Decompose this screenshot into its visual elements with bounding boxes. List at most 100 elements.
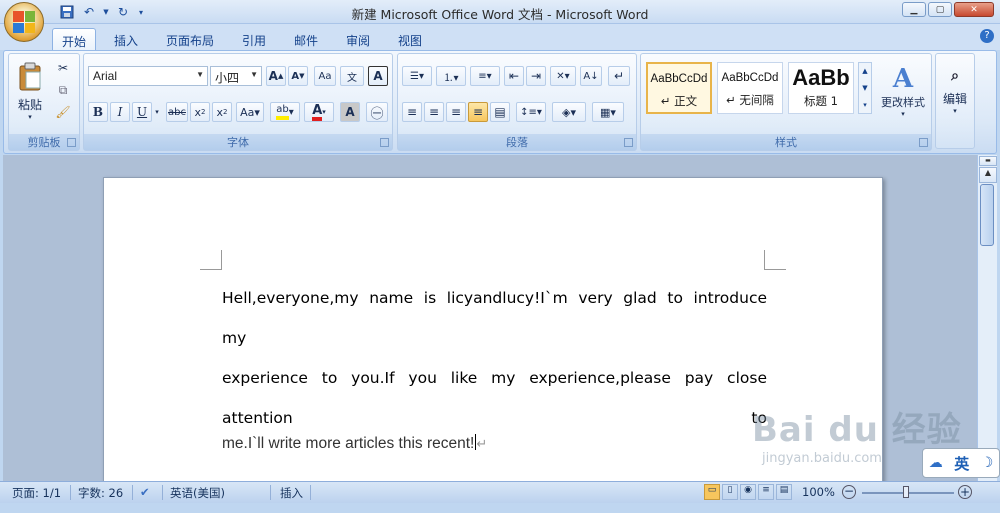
chevron-down-icon: ▼ (250, 70, 258, 79)
office-button[interactable] (4, 2, 44, 42)
web-layout-icon[interactable]: ◉ (740, 484, 756, 500)
language-indicator[interactable]: 英语(美国) (170, 485, 225, 501)
divider (310, 485, 311, 500)
underline-button[interactable]: U (132, 102, 152, 122)
format-painter-icon[interactable]: 🖌 (53, 102, 73, 122)
grow-font-button[interactable]: A ▲ (266, 66, 286, 86)
font-size-value: 小四 (215, 71, 240, 85)
char-border-icon[interactable]: A (368, 66, 388, 86)
document-page[interactable]: Hell,everyone,my name is licyandlucy!I`m… (103, 177, 883, 481)
vertical-scrollbar[interactable]: ▬ ▲ (977, 155, 997, 481)
document-line: experience to you.If you like my experie… (222, 369, 767, 427)
font-launcher-icon[interactable] (380, 138, 389, 147)
styles-scroll[interactable]: ▲ ▼ ▾ (858, 62, 872, 114)
font-group-label: 字体 (84, 134, 392, 150)
change-styles-button[interactable]: A 更改样式 ▾ (876, 60, 930, 122)
status-bar: 页面: 1/1 字数: 26 ✔ 英语(美国) 插入 ▭ ▯ ◉ ≡ ▤ 100… (0, 481, 1000, 503)
reading-layout-icon[interactable]: ▯ (722, 484, 738, 500)
chevron-down-icon: ▾ (953, 106, 957, 115)
shrink-font-button[interactable]: A ▼ (288, 66, 308, 86)
tab-home[interactable]: 开始 (52, 28, 96, 50)
underline-dropdown-icon[interactable]: ▾ (152, 102, 162, 122)
numbering-button[interactable]: ⒈▾ (436, 66, 466, 86)
clear-format-icon[interactable]: Aa (314, 66, 336, 86)
char-shading-icon[interactable]: A (340, 102, 360, 122)
tab-view[interactable]: 视图 (388, 28, 432, 50)
outline-icon[interactable]: ≡ (758, 484, 774, 500)
sort-icon[interactable]: A↓ (580, 66, 602, 86)
tab-page-layout[interactable]: 页面布局 (158, 28, 222, 50)
tab-references[interactable]: 引用 (232, 28, 276, 50)
phonetic-guide-icon[interactable]: 文 (340, 66, 364, 86)
paragraph-launcher-icon[interactable] (624, 138, 633, 147)
editing-button[interactable]: ⌕ 编辑 ▾ (938, 58, 972, 124)
scroll-up-icon[interactable]: ▲ (979, 167, 997, 183)
zoom-out-icon[interactable]: − (842, 485, 856, 499)
style-sample: AaBbCcDd (721, 72, 779, 84)
style-normal[interactable]: AaBbCcDd ↵ 正文 (646, 62, 712, 114)
clipboard-launcher-icon[interactable] (67, 138, 76, 147)
distributed-icon[interactable]: ▤ (490, 102, 510, 122)
show-marks-icon[interactable]: ↵ (608, 66, 630, 86)
font-color-button[interactable]: A ▾ (304, 102, 334, 122)
decrease-indent-icon[interactable]: ⇤ (504, 66, 524, 86)
help-icon[interactable]: ? (980, 29, 994, 43)
style-heading-1[interactable]: AaBb 标题 1 (788, 62, 854, 114)
tab-review[interactable]: 审阅 (336, 28, 380, 50)
cut-icon[interactable]: ✂ (53, 58, 73, 78)
change-case-button[interactable]: Aa▾ (236, 102, 264, 122)
ruler-toggle-icon[interactable]: ▬ (979, 156, 997, 166)
bold-button[interactable]: B (88, 102, 108, 122)
align-left-icon[interactable]: ≡ (402, 102, 422, 122)
borders-button[interactable]: ▦▾ (592, 102, 624, 122)
close-button[interactable]: ✕ (954, 2, 994, 17)
subscript-button[interactable]: x2 (190, 102, 210, 122)
find-icon: ⌕ (951, 67, 959, 84)
maximize-button[interactable]: ▢ (928, 2, 952, 17)
tab-mailings[interactable]: 邮件 (284, 28, 328, 50)
bullets-button[interactable]: ☰▾ (402, 66, 432, 86)
paste-button[interactable]: 粘贴 ▾ (13, 58, 47, 124)
proofing-icon[interactable]: ✔ (140, 485, 150, 499)
print-layout-icon[interactable]: ▭ (704, 484, 720, 500)
justify-icon[interactable]: ≡ (468, 102, 488, 122)
strikethrough-button[interactable]: abc (166, 102, 188, 122)
line-spacing-button[interactable]: ↕≡▾ (516, 102, 546, 122)
font-size-combo[interactable]: 小四 ▼ (210, 66, 262, 86)
align-right-icon[interactable]: ≡ (446, 102, 466, 122)
highlight-button[interactable]: ab ▾ (270, 102, 300, 122)
editing-label: 编辑 (942, 91, 967, 106)
editing-group: ⌕ 编辑 ▾ (935, 53, 975, 149)
multilevel-list-button[interactable]: ≡▾ (470, 66, 500, 86)
style-no-spacing[interactable]: AaBbCcDd ↵ 无间隔 (717, 62, 783, 114)
word-count[interactable]: 字数: 26 (78, 485, 123, 501)
copy-icon[interactable]: ⧉ (53, 80, 73, 100)
zoom-level[interactable]: 100% (802, 485, 835, 499)
zoom-in-icon[interactable]: + (958, 485, 972, 499)
zoom-slider-thumb[interactable] (903, 486, 909, 498)
superscript-button[interactable]: x2 (212, 102, 232, 122)
increase-indent-icon[interactable]: ⇥ (526, 66, 546, 86)
margin-corner (764, 250, 786, 270)
paste-icon (19, 62, 41, 90)
ime-indicator[interactable]: ☁ 英 ☽ (922, 448, 1000, 478)
draft-icon[interactable]: ▤ (776, 484, 792, 500)
align-center-icon[interactable]: ≡ (424, 102, 444, 122)
paragraph-group-label: 段落 (398, 134, 636, 150)
styles-launcher-icon[interactable] (919, 138, 928, 147)
enclose-char-icon[interactable]: ㊀ (366, 102, 388, 122)
italic-button[interactable]: I (110, 102, 130, 122)
font-name-combo[interactable]: Arial ▼ (88, 66, 208, 86)
margin-corner (200, 250, 222, 270)
font-name-value: Arial (93, 69, 118, 83)
shading-button[interactable]: ◈▾ (552, 102, 586, 122)
minimize-button[interactable]: ▁ (902, 2, 926, 17)
tab-insert[interactable]: 插入 (104, 28, 148, 50)
paste-label: 粘贴 (17, 97, 42, 112)
styles-group: AaBbCcDd ↵ 正文 AaBbCcDd ↵ 无间隔 AaBb 标题 1 ▲… (640, 53, 932, 151)
chinese-layout-icon[interactable]: ✕▾ (550, 66, 576, 86)
document-body[interactable]: Hell,everyone,my name is licyandlucy!I`m… (222, 278, 767, 456)
insert-mode[interactable]: 插入 (280, 485, 303, 501)
page-indicator[interactable]: 页面: 1/1 (12, 485, 61, 501)
scroll-thumb[interactable] (980, 184, 994, 246)
